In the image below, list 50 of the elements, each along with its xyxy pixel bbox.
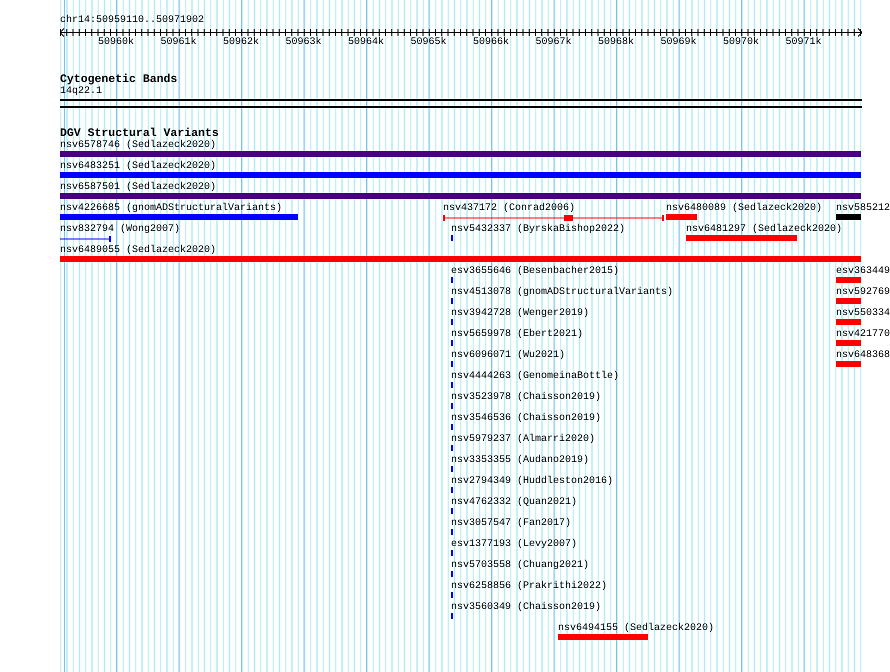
tick-label: 50960k bbox=[98, 37, 134, 49]
feature-label: nsv5659978 (Ebert2021) bbox=[451, 329, 584, 341]
feature-label: nsv421770 bbox=[836, 329, 890, 341]
feature-label: esv1377193 (Levy2007) bbox=[451, 539, 578, 551]
feature-label: nsv592769 bbox=[836, 287, 890, 299]
feature-label: nsv3057547 (Fan2017) bbox=[451, 518, 572, 530]
feature-label: nsv3942728 (Wenger2019) bbox=[451, 308, 590, 320]
feature-label: nsv4513078 (gnomADStructuralVariants) bbox=[451, 287, 674, 299]
tick-label: 50967k bbox=[536, 37, 572, 49]
feature-label: nsv5703558 (Chuang2021) bbox=[451, 560, 590, 572]
tick-label: 50965k bbox=[410, 37, 446, 49]
feature-label: nsv6494155 (Sedlazeck2020) bbox=[558, 623, 714, 635]
feature-label: nsv6587501 (Sedlazeck2020) bbox=[60, 182, 216, 194]
feature-label: nsv832794 (Wong2007) bbox=[60, 224, 180, 236]
feature-label: nsv6483251 (Sedlazeck2020) bbox=[60, 161, 216, 173]
track-title: Cytogenetic Bands bbox=[60, 74, 178, 86]
feature-label: nsv6578746 (Sedlazeck2020) bbox=[60, 140, 216, 152]
feature-label: nsv2794349 (Huddleston2016) bbox=[451, 476, 614, 488]
feature-label: esv3655646 (Besenbacher2015) bbox=[451, 266, 620, 278]
feature-label: nsv5432337 (ByrskaBishop2022) bbox=[451, 224, 626, 236]
track-title: DGV Structural Variants bbox=[60, 128, 219, 140]
tick-label: 50969k bbox=[660, 37, 696, 49]
feature-label: nsv6258856 (Prakrithi2022) bbox=[451, 581, 608, 593]
feature-label: nsv6481297 (Sedlazeck2020) bbox=[686, 224, 842, 236]
tick-label: 50964k bbox=[348, 37, 384, 49]
feature-label: nsv3353355 (Audano2019) bbox=[451, 455, 590, 467]
tick-label: 50961k bbox=[160, 37, 196, 49]
feature-label: esv363449 bbox=[836, 266, 890, 278]
tick-label: 50963k bbox=[286, 37, 322, 49]
tick-label: 50970k bbox=[723, 37, 759, 49]
tick-label: 50968k bbox=[598, 37, 634, 49]
location-label: chr14:50959110..50971902 bbox=[60, 14, 204, 27]
feature-label: nsv3546536 (Chaisson2019) bbox=[451, 413, 602, 425]
tick-label: 50966k bbox=[473, 37, 509, 49]
feature-label: nsv6096071 (Wu2021) bbox=[451, 350, 566, 362]
feature-label: nsv585212 bbox=[836, 203, 890, 215]
tick-label: 50971k bbox=[786, 37, 822, 49]
feature-label: nsv4444263 (GenomeinaBottle) bbox=[451, 371, 620, 383]
feature-label: nsv648368 bbox=[836, 350, 890, 362]
feature-label: nsv6489055 (Sedlazeck2020) bbox=[60, 245, 216, 257]
feature-label: nsv3560349 (Chaisson2019) bbox=[451, 602, 602, 614]
feature-label: nsv6480089 (Sedlazeck2020) bbox=[666, 203, 822, 215]
feature-label: nsv4226685 (gnomADStructuralVariants) bbox=[60, 203, 282, 215]
tick-label: 50962k bbox=[223, 37, 259, 49]
band-label: 14q22.1 bbox=[60, 86, 102, 98]
feature-label: nsv437172 (Conrad2006) bbox=[443, 203, 576, 215]
feature-label: nsv5979237 (Almarri2020) bbox=[451, 434, 596, 446]
feature-label: nsv4762332 (Quan2021) bbox=[451, 497, 578, 509]
feature-label: nsv550334 bbox=[836, 308, 890, 320]
feature-label: nsv3523978 (Chaisson2019) bbox=[451, 392, 602, 404]
